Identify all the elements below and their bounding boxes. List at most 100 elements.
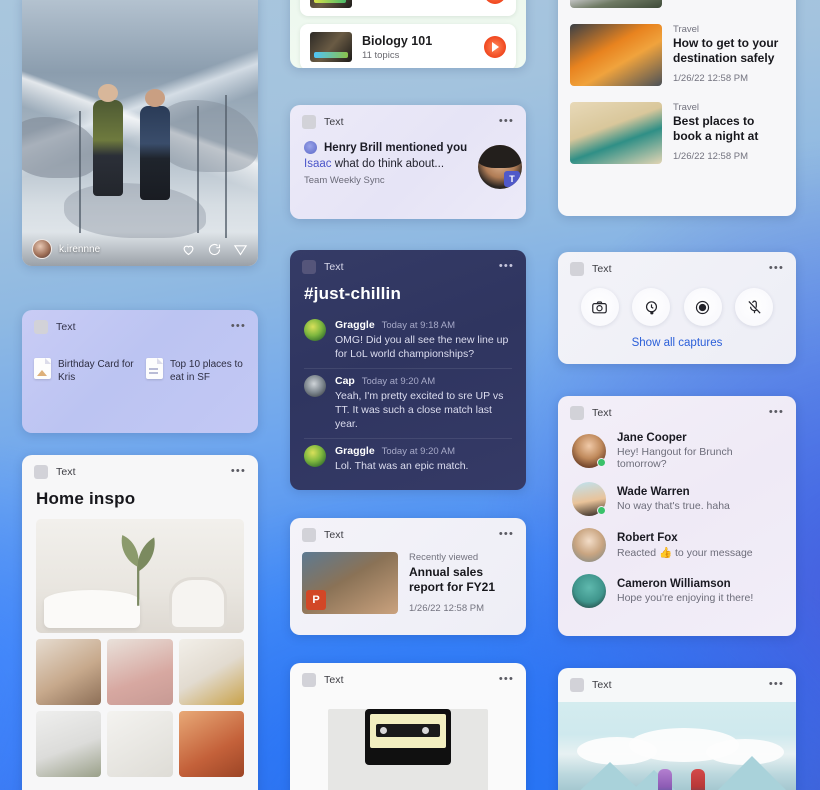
heart-icon[interactable] — [181, 242, 196, 257]
plant-illustration — [121, 534, 155, 606]
chat-message[interactable]: Cap Today at 9:20 AM Yeah, I'm pretty ex… — [290, 368, 526, 438]
card-header: Text ••• — [22, 455, 258, 485]
card-header: Text ••• — [558, 252, 796, 282]
board-tile[interactable] — [36, 711, 102, 777]
card-header: Text ••• — [558, 668, 796, 698]
show-all-captures-link[interactable]: Show all captures — [558, 337, 796, 349]
home-inspo-widget-card[interactable]: Text ••• Home inspo — [22, 455, 258, 790]
record-icon[interactable] — [683, 288, 722, 326]
avatar: T — [478, 145, 522, 189]
card-label: Text — [56, 466, 76, 478]
placeholder-square-icon — [34, 320, 48, 334]
photo-widget-card-hikers[interactable]: Text ••• — [558, 668, 796, 790]
card-label: Text — [324, 674, 344, 686]
mention-widget-card[interactable]: Text ••• Henry Brill mentioned you Isaac… — [290, 105, 526, 219]
education-widget-card[interactable]: Text ••• 11 topics Biology 101 11 topics — [290, 0, 526, 68]
contact-item[interactable]: Wade Warren No way that's true. haha — [558, 476, 796, 522]
card-label: Text — [324, 261, 344, 273]
photo-widget-card[interactable]: k.irennne — [22, 0, 258, 266]
avatar — [572, 574, 606, 608]
avatar — [572, 482, 606, 516]
message-author: Graggle — [335, 319, 375, 331]
files-widget-card[interactable]: Text ••• Birthday Card for Kris Top 10 p… — [22, 310, 258, 433]
photo-widget-card-cassette[interactable]: Text ••• — [290, 663, 526, 790]
board-tile[interactable] — [107, 639, 173, 705]
news-item[interactable]: Travel Best places to book a night at 1/… — [558, 94, 796, 172]
course-title: Biology 101 — [362, 33, 433, 48]
share-icon[interactable] — [233, 242, 248, 257]
placeholder-square-icon — [302, 528, 316, 542]
mic-off-icon[interactable] — [735, 288, 774, 326]
mention-name: Isaac — [304, 158, 332, 170]
placeholder-square-icon — [570, 678, 584, 692]
news-title: How to get to your destination safely — [673, 36, 779, 65]
file-item[interactable]: Birthday Card for Kris — [34, 358, 134, 384]
contact-message: No way that's true. haha — [617, 500, 730, 512]
message-author: Graggle — [335, 445, 375, 457]
file-item[interactable]: Top 10 places to eat in SF — [146, 358, 246, 384]
list-item[interactable]: 11 topics — [300, 0, 516, 16]
list-item[interactable]: Biology 101 11 topics — [300, 24, 516, 68]
contact-message: Hey! Hangout for Brunch tomorrow? — [617, 446, 733, 470]
chat-message[interactable]: Graggle Today at 9:18 AM OMG! Did you al… — [290, 312, 526, 368]
chat-message[interactable]: Graggle Today at 9:20 AM Lol. That was a… — [290, 438, 526, 480]
file-name: Top 10 places to eat in SF — [170, 359, 243, 383]
avatar — [304, 375, 326, 397]
message-time: Today at 9:20 AM — [381, 446, 456, 457]
message-text: Yeah, I'm pretty excited to sre UP vs TT… — [335, 390, 504, 430]
board-title: Home inspo — [36, 489, 136, 508]
widgets-board: k.irennne Text ••• — [0, 0, 820, 790]
document-thumbnail: P — [302, 552, 398, 614]
contact-item[interactable]: Robert Fox Reacted 👍 to your message — [558, 522, 796, 568]
play-icon[interactable] — [484, 36, 506, 58]
placeholder-square-icon — [302, 115, 316, 129]
online-status-badge — [597, 458, 606, 467]
comment-icon[interactable] — [207, 242, 222, 257]
news-title: Best places to book a night at — [673, 114, 759, 143]
more-options-icon[interactable]: ••• — [499, 673, 514, 685]
news-category: Travel — [673, 24, 700, 35]
message-time: Today at 9:18 AM — [381, 320, 456, 331]
news-widget-card[interactable]: trips for the family 1/26/22 12:58 PM Tr… — [558, 0, 796, 216]
photo-username: k.irennne — [59, 243, 101, 255]
camera-icon[interactable] — [580, 288, 619, 326]
screenshot-timer-icon[interactable] — [632, 288, 671, 326]
board-hero-image[interactable] — [36, 519, 244, 633]
card-header: Text ••• — [22, 310, 258, 340]
captures-widget-card[interactable]: Text ••• Show all captures — [558, 252, 796, 364]
recently-viewed-widget-card[interactable]: Text ••• P Recently viewed Annual sales … — [290, 518, 526, 635]
contact-name: Robert Fox — [617, 531, 678, 544]
card-header: Text ••• — [290, 250, 526, 280]
more-options-icon[interactable]: ••• — [499, 260, 514, 272]
contact-item[interactable]: Cameron Williamson Hope you're enjoying … — [558, 568, 796, 614]
news-thumbnail — [570, 0, 662, 8]
board-tile[interactable] — [178, 711, 244, 777]
more-options-icon[interactable]: ••• — [769, 678, 784, 690]
news-thumbnail — [570, 24, 662, 86]
chat-widget-card[interactable]: Text ••• #just-chillin Graggle Today at … — [290, 250, 526, 490]
cassette-illustration — [365, 709, 451, 765]
more-options-icon[interactable]: ••• — [231, 465, 246, 477]
contact-message: Hope you're enjoying it there! — [617, 592, 754, 604]
card-header: Text ••• — [290, 105, 526, 135]
news-thumbnail — [570, 102, 662, 164]
contact-message: Reacted 👍 to your message — [617, 546, 753, 559]
more-options-icon[interactable]: ••• — [499, 528, 514, 540]
more-options-icon[interactable]: ••• — [231, 320, 246, 332]
news-item[interactable]: trips for the family 1/26/22 12:58 PM — [558, 0, 796, 16]
document-title: Annual sales report for FY21 — [409, 565, 496, 594]
board-tile[interactable] — [36, 639, 102, 705]
more-options-icon[interactable]: ••• — [769, 406, 784, 418]
board-tile[interactable] — [107, 711, 173, 777]
play-icon[interactable] — [484, 0, 506, 4]
more-options-icon[interactable]: ••• — [769, 262, 784, 274]
board-tile[interactable] — [178, 639, 244, 705]
contact-item[interactable]: Jane Cooper Hey! Hangout for Brunch tomo… — [558, 426, 796, 476]
contacts-widget-card[interactable]: Text ••• Jane Cooper Hey! Hangout for Br… — [558, 396, 796, 636]
news-item[interactable]: Travel How to get to your destination sa… — [558, 16, 796, 94]
more-options-icon[interactable]: ••• — [499, 115, 514, 127]
card-header: Text ••• — [290, 518, 526, 548]
ski-photo-image — [22, 0, 258, 266]
card-label: Text — [592, 679, 612, 691]
document-date: 1/26/22 12:58 PM — [409, 603, 484, 614]
